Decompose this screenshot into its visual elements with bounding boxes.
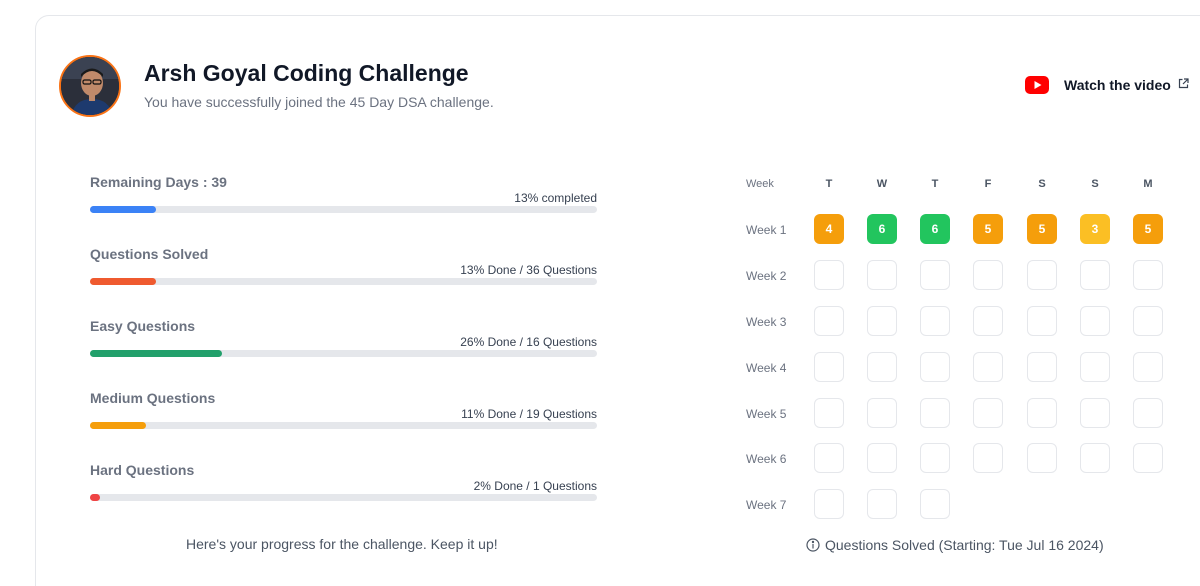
day-header: F xyxy=(984,178,992,190)
page-title: Arsh Goyal Coding Challenge xyxy=(144,60,469,86)
day-cell[interactable] xyxy=(973,306,1003,336)
progress-status: 26% Done / 16 Questions xyxy=(460,335,597,349)
day-cell[interactable] xyxy=(1080,398,1110,428)
external-link-icon xyxy=(1178,76,1189,88)
day-cell[interactable]: 6 xyxy=(920,214,950,244)
day-cell[interactable] xyxy=(814,443,844,473)
calendar-footer: Questions Solved (Starting: Tue Jul 16 2… xyxy=(806,537,1104,553)
progress-track xyxy=(90,206,597,213)
week-label: Week 3 xyxy=(746,315,787,329)
progress-label: Hard Questions xyxy=(90,462,195,478)
day-cell[interactable] xyxy=(1133,352,1163,382)
day-cell[interactable] xyxy=(867,443,897,473)
progress-status: 11% Done / 19 Questions xyxy=(461,407,597,421)
progress-item: Questions Solved 13% Done / 36 Questions xyxy=(90,246,597,288)
progress-track xyxy=(90,278,597,285)
day-header: S xyxy=(1038,178,1046,190)
week-header: Week xyxy=(746,178,774,190)
day-cell[interactable] xyxy=(973,443,1003,473)
day-cell[interactable] xyxy=(920,398,950,428)
progress-track xyxy=(90,494,597,501)
day-cell[interactable] xyxy=(1027,260,1057,290)
watch-video-label: Watch the video xyxy=(1064,77,1171,93)
day-cell[interactable] xyxy=(1133,260,1163,290)
week-label: Week 1 xyxy=(746,223,787,237)
progress-status: 2% Done / 1 Questions xyxy=(473,479,597,493)
day-cell[interactable] xyxy=(920,443,950,473)
progress-label: Medium Questions xyxy=(90,390,216,406)
day-cell[interactable] xyxy=(1080,443,1110,473)
progress-fill xyxy=(90,494,101,501)
page-subtitle: You have successfully joined the 45 Day … xyxy=(144,94,494,110)
week-label: Week 7 xyxy=(746,498,787,512)
progress-label: Remaining Days : 39 xyxy=(90,174,227,190)
day-cell[interactable]: 5 xyxy=(1133,214,1163,244)
day-cell[interactable] xyxy=(1133,306,1163,336)
progress-item: Easy Questions 26% Done / 16 Questions xyxy=(90,318,597,360)
day-header: T xyxy=(931,178,939,190)
progress-track xyxy=(90,422,597,429)
day-cell[interactable] xyxy=(814,398,844,428)
day-cell[interactable] xyxy=(867,306,897,336)
week-label: Week 2 xyxy=(746,269,787,283)
day-cell[interactable] xyxy=(973,352,1003,382)
day-cell[interactable] xyxy=(814,260,844,290)
day-cell[interactable] xyxy=(920,260,950,290)
day-cell[interactable] xyxy=(920,352,950,382)
day-cell[interactable] xyxy=(814,306,844,336)
watch-video-link[interactable]: Watch the video xyxy=(1025,76,1189,94)
day-cell[interactable] xyxy=(920,306,950,336)
day-cell[interactable] xyxy=(920,489,950,519)
day-cell[interactable] xyxy=(1027,443,1057,473)
week-label: Week 5 xyxy=(746,407,787,421)
youtube-icon xyxy=(1025,76,1049,94)
week-label: Week 4 xyxy=(746,361,787,375)
day-cell[interactable] xyxy=(1133,398,1163,428)
day-cell[interactable] xyxy=(867,398,897,428)
day-cell[interactable] xyxy=(1080,306,1110,336)
day-cell[interactable] xyxy=(1027,306,1057,336)
progress-label: Questions Solved xyxy=(90,246,209,262)
progress-fill xyxy=(90,206,156,213)
day-cell[interactable] xyxy=(1027,352,1057,382)
day-cell[interactable] xyxy=(814,489,844,519)
day-cell[interactable] xyxy=(1133,443,1163,473)
avatar xyxy=(59,55,121,117)
progress-label: Easy Questions xyxy=(90,318,196,334)
day-cell[interactable] xyxy=(973,260,1003,290)
progress-item: Hard Questions 2% Done / 1 Questions xyxy=(90,462,597,504)
progress-item: Remaining Days : 39 13% completed xyxy=(90,174,597,216)
progress-status: 13% Done / 36 Questions xyxy=(460,263,597,277)
day-header: S xyxy=(1091,178,1099,190)
progress-fill xyxy=(90,422,146,429)
week-label: Week 6 xyxy=(746,452,787,466)
day-cell[interactable] xyxy=(1080,260,1110,290)
progress-fill xyxy=(90,350,222,357)
day-header: T xyxy=(825,178,833,190)
day-cell[interactable] xyxy=(814,352,844,382)
day-cell[interactable] xyxy=(867,352,897,382)
progress-fill xyxy=(90,278,156,285)
day-cell[interactable]: 5 xyxy=(1027,214,1057,244)
day-cell[interactable]: 6 xyxy=(867,214,897,244)
day-cell[interactable]: 5 xyxy=(973,214,1003,244)
progress-item: Medium Questions 11% Done / 19 Questions xyxy=(90,390,597,432)
day-header: W xyxy=(876,178,888,190)
calendar-footer-text: Questions Solved (Starting: Tue Jul 16 2… xyxy=(825,537,1104,553)
day-cell[interactable] xyxy=(1080,352,1110,382)
day-cell[interactable]: 4 xyxy=(814,214,844,244)
info-icon xyxy=(806,538,820,552)
day-cell[interactable] xyxy=(1027,398,1057,428)
progress-footer: Here's your progress for the challenge. … xyxy=(186,536,498,552)
day-cell[interactable] xyxy=(867,260,897,290)
day-cell[interactable]: 3 xyxy=(1080,214,1110,244)
day-header: M xyxy=(1143,178,1153,190)
day-cell[interactable] xyxy=(973,398,1003,428)
progress-track xyxy=(90,350,597,357)
day-cell[interactable] xyxy=(867,489,897,519)
progress-status: 13% completed xyxy=(514,191,597,205)
